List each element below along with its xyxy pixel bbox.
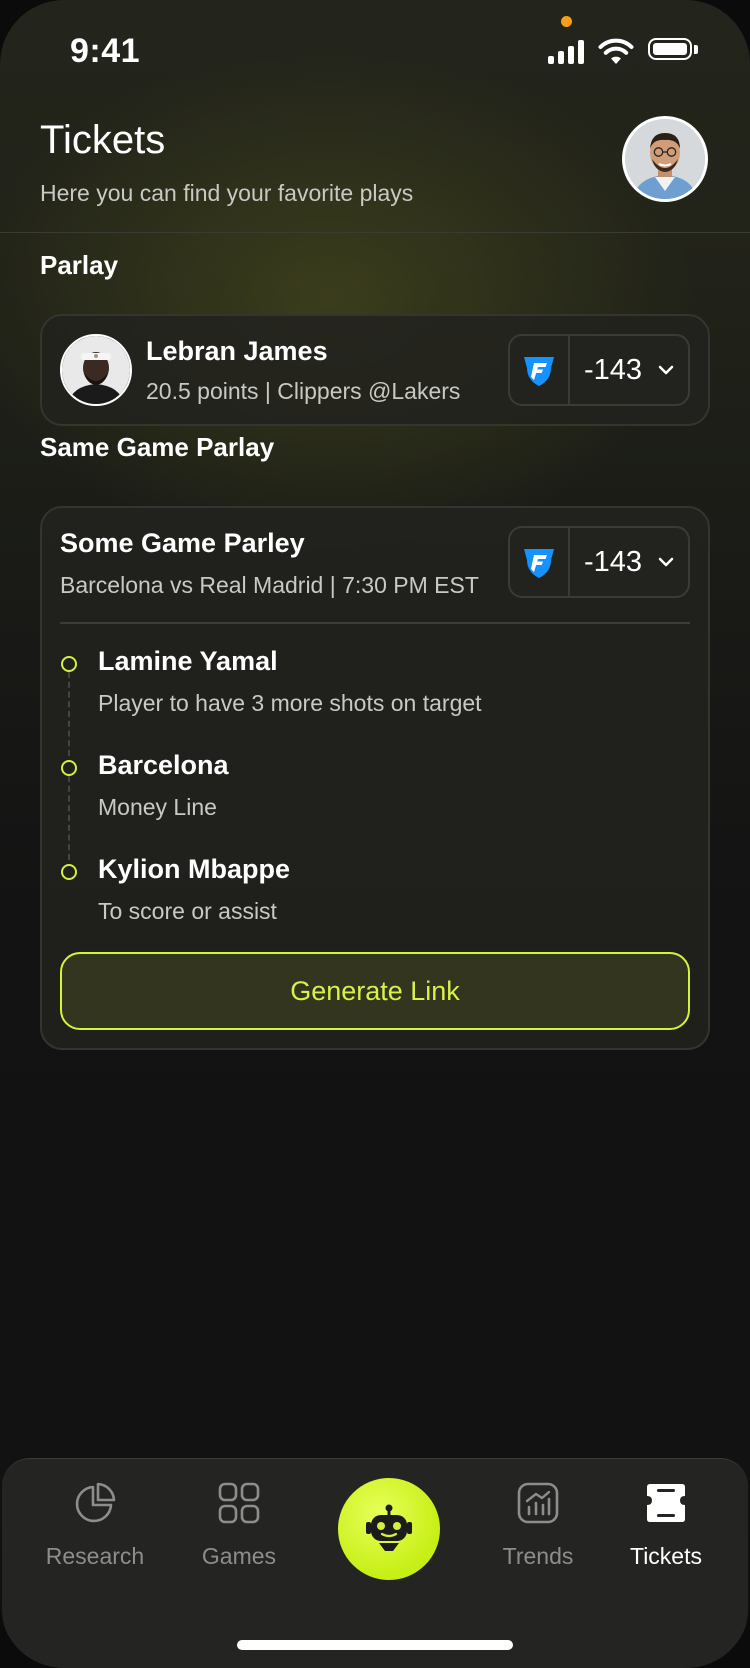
bottom-tab-bar: Research Games Trends Tickets <box>2 1458 748 1668</box>
robot-icon <box>366 1504 412 1551</box>
page-header: Tickets Here you can find your favorite … <box>0 100 750 233</box>
leg-bullet <box>61 760 77 776</box>
tab-label: Research <box>45 1543 145 1569</box>
pie-chart-icon <box>75 1482 116 1523</box>
leg-bullet <box>61 656 77 672</box>
user-avatar-image <box>625 119 705 199</box>
player-avatar <box>60 334 132 406</box>
grid-icon <box>218 1482 260 1524</box>
page-subtitle: Here you can find your favorite plays <box>40 180 414 206</box>
parlay-section-label: Parlay <box>40 250 119 280</box>
phone-screen: 9:41 Tickets Here you can find your favo… <box>0 0 750 1668</box>
parlay-odds-value: -143 <box>584 354 643 386</box>
chevron-down-icon <box>658 365 674 375</box>
tab-research[interactable]: Research <box>30 1481 160 1591</box>
battery-icon <box>648 38 698 64</box>
tab-label: Tickets <box>630 1543 702 1569</box>
fanduel-logo-icon <box>510 336 570 404</box>
parlay-card[interactable]: Lebran James 20.5 points | Clippers @Lak… <box>40 314 710 426</box>
sgp-odds-value: -143 <box>584 546 643 578</box>
tab-trends[interactable]: Trends <box>473 1481 603 1591</box>
tab-tickets[interactable]: Tickets <box>601 1481 731 1591</box>
ai-assistant-button[interactable] <box>338 1478 440 1580</box>
tab-label: Trends <box>502 1543 574 1569</box>
trend-chart-icon <box>517 1482 559 1524</box>
tab-games[interactable]: Games <box>174 1481 304 1591</box>
sgp-detail: Barcelona vs Real Madrid | 7:30 PM EST <box>60 572 479 598</box>
leg-description: Player to have 3 more shots on target <box>98 690 482 716</box>
leg-description: To score or assist <box>98 898 277 924</box>
leg-description: Money Line <box>98 794 217 820</box>
leg-bullet <box>61 864 77 880</box>
status-bar: 9:41 <box>0 0 750 100</box>
leg-name: Barcelona <box>98 750 229 780</box>
leg-name: Kylion Mbappe <box>98 854 291 884</box>
leg-name: Lamine Yamal <box>98 646 278 676</box>
page-title: Tickets <box>40 118 166 162</box>
sgp-divider <box>60 622 690 624</box>
sgp-odds-selector[interactable]: -143 <box>508 526 690 598</box>
parlay-odds-selector[interactable]: -143 <box>508 334 690 406</box>
tab-label: Games <box>201 1543 277 1569</box>
camera-indicator-dot <box>561 16 572 27</box>
generate-link-button[interactable]: Generate Link <box>60 952 690 1030</box>
cellular-signal-icon <box>548 40 584 64</box>
ticket-icon <box>647 1484 685 1522</box>
fanduel-logo-icon <box>510 528 570 596</box>
home-indicator <box>237 1640 513 1650</box>
parlay-player-name: Lebran James <box>146 336 328 366</box>
wifi-icon <box>598 38 634 64</box>
sgp-title: Some Game Parley <box>60 528 305 558</box>
timeline-connector <box>68 776 70 860</box>
same-game-parlay-section-label: Same Game Parlay <box>40 432 275 462</box>
chevron-down-icon <box>658 557 674 567</box>
timeline-connector <box>68 672 70 756</box>
parlay-detail: 20.5 points | Clippers @Lakers <box>146 378 461 404</box>
status-time: 9:41 <box>70 32 141 70</box>
same-game-parlay-card: Some Game Parley Barcelona vs Real Madri… <box>40 506 710 1050</box>
user-avatar[interactable] <box>622 116 708 202</box>
